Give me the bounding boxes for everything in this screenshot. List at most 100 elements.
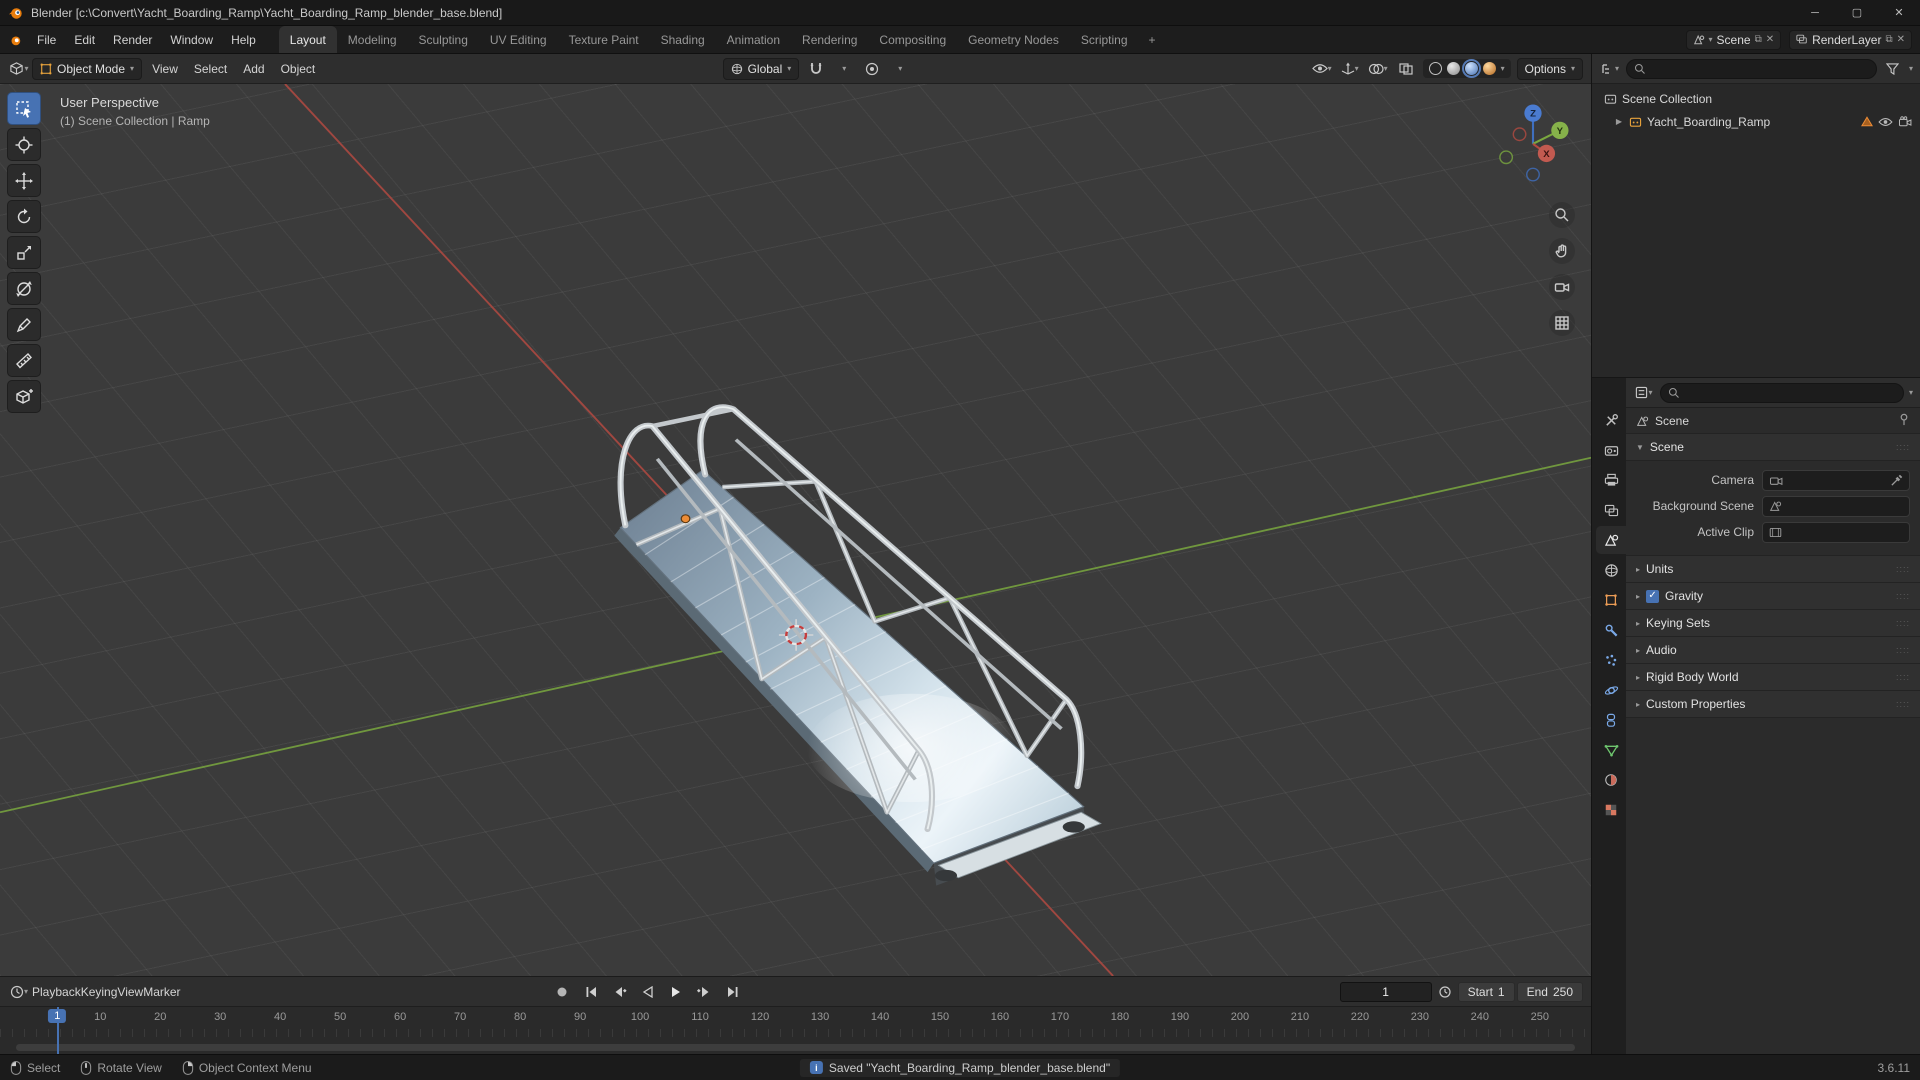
workspace-tab[interactable]: Geometry Nodes [957,26,1070,53]
use-preview-range-icon[interactable] [1434,981,1456,1003]
workspace-tab[interactable]: Sculpting [408,26,479,53]
panel-drag-handle[interactable]: :::: [1896,672,1910,682]
overlays-dropdown[interactable]: ▾ [1367,58,1389,80]
hide-eye-icon[interactable] [1878,117,1893,127]
eyedropper-icon[interactable] [1890,474,1903,487]
workspace-tab[interactable]: Rendering [791,26,868,53]
app-menu-item[interactable]: Window [161,26,222,53]
ortho-grid-icon[interactable] [1549,310,1575,336]
tab-material[interactable] [1596,766,1626,794]
editor-type-button[interactable]: ▾ [8,58,30,80]
auto-keying-record-button[interactable] [551,981,573,1003]
chevron-down-icon[interactable]: ▾ [1909,64,1913,73]
outliner-row-scene-collection[interactable]: Scene Collection [1592,87,1920,110]
maximize-button[interactable]: ▢ [1836,0,1878,25]
filter-icon[interactable] [1882,58,1904,80]
pin-icon[interactable] [1898,413,1910,429]
gravity-panel-header[interactable]: ▸ ✓ Gravity :::: [1626,583,1920,610]
tab-object-data[interactable] [1596,736,1626,764]
remove-view-layer-icon[interactable]: ✕ [1897,34,1905,45]
viewport-menu-item[interactable]: Object [273,58,324,80]
current-frame-field[interactable]: 1 [1339,981,1432,1002]
new-view-layer-icon[interactable]: ⧉ [1885,34,1892,45]
jump-to-start-button[interactable] [579,981,605,1003]
rigid-body-world-panel-header[interactable]: ▸ Rigid Body World :::: [1626,664,1920,691]
workspace-tab[interactable]: Texture Paint [558,26,650,53]
timeline-menu-item[interactable]: Marker [143,985,180,999]
shading-material-button[interactable] [1461,59,1481,78]
filter-dropdown-icon[interactable]: ▾ [1909,388,1913,397]
pan-hand-icon[interactable] [1549,238,1575,264]
xray-toggle[interactable] [1395,58,1417,80]
tool-box-select[interactable] [7,92,41,125]
outliner-search-input[interactable] [1626,58,1877,79]
snap-magnet-toggle[interactable] [805,58,827,80]
tab-particles[interactable] [1596,646,1626,674]
tab-view-layer[interactable] [1596,496,1626,524]
panel-drag-handle[interactable]: :::: [1896,591,1910,601]
workspace-tab[interactable]: UV Editing [479,26,558,53]
new-scene-icon[interactable]: ⧉ [1755,34,1762,45]
shading-dropdown-icon[interactable]: ▾ [1501,64,1505,73]
gizmo-neg-y[interactable] [1499,150,1514,165]
panel-drag-handle[interactable]: :::: [1896,442,1910,452]
options-dropdown[interactable]: Options ▾ [1516,57,1583,80]
view-layer-selector[interactable]: RenderLayer ⧉ ✕ [1789,29,1912,50]
workspace-tab[interactable]: Compositing [868,26,957,53]
playhead-frame-label[interactable]: 1 [48,1009,67,1023]
shading-solid-button[interactable] [1446,62,1460,75]
tab-tool[interactable] [1596,406,1626,434]
timeline-editor-type-button[interactable]: ▾ [8,981,30,1003]
snap-settings-dropdown[interactable]: ▾ [833,58,855,80]
close-button[interactable]: ✕ [1878,0,1920,25]
tab-output[interactable] [1596,466,1626,494]
tool-annotate[interactable] [7,308,41,341]
tab-physics[interactable] [1596,676,1626,704]
timeline-menu-item[interactable]: Playback [32,985,81,999]
shading-rendered-button[interactable] [1482,62,1496,75]
tab-modifiers[interactable] [1596,616,1626,644]
gizmo-neg-z[interactable] [1526,167,1540,182]
viewport-menu-item[interactable]: View [144,58,186,80]
jump-to-end-button[interactable] [719,981,745,1003]
add-workspace-button[interactable]: + [1139,26,1166,53]
tool-rotate[interactable] [7,200,41,233]
gravity-checkbox[interactable]: ✓ [1646,589,1660,603]
tool-move[interactable] [7,164,41,197]
minimize-button[interactable]: ─ [1794,0,1836,25]
viewport-3d[interactable]: User Perspective (1) Scene Collection | … [0,84,1591,976]
tab-render[interactable] [1596,436,1626,464]
properties-search-input[interactable] [1660,382,1904,403]
timeline-ruler[interactable]: 10 20 30 40 50 60 70 80 90 100 110 120 130 140 150 160 1… [0,1006,1591,1054]
workspace-tab[interactable]: Animation [716,26,791,53]
timeline-menu-item[interactable]: Keying [81,985,118,999]
shading-wireframe-button[interactable] [1428,62,1442,75]
start-frame-field[interactable]: Start 1 [1457,981,1515,1002]
tool-cursor[interactable] [7,128,41,161]
scene-panel-header[interactable]: ▼ Scene :::: [1626,434,1920,461]
panel-drag-handle[interactable]: :::: [1896,699,1910,709]
timeline-scrollbar[interactable] [15,1044,1576,1051]
mode-dropdown[interactable]: Object Mode ▾ [32,57,143,80]
tool-scale[interactable] [7,236,41,269]
panel-drag-handle[interactable]: :::: [1896,645,1910,655]
audio-panel-header[interactable]: ▸ Audio :::: [1626,637,1920,664]
keying-sets-panel-header[interactable]: ▸ Keying Sets :::: [1626,610,1920,637]
visibility-dropdown[interactable]: ▾ [1311,58,1333,80]
properties-editor-type-button[interactable]: ▾ [1633,382,1655,404]
workspace-tab[interactable]: Modeling [337,26,408,53]
unlink-scene-icon[interactable]: ✕ [1766,34,1774,45]
tool-add-cube[interactable] [7,380,41,413]
gizmo-neg-x[interactable] [1512,127,1527,142]
yacht-boarding-ramp-model[interactable] [614,404,1102,886]
app-menu-item[interactable]: Render [104,26,161,53]
timeline-menu-item[interactable]: View [117,985,143,999]
workspace-tab[interactable]: Shading [650,26,716,53]
viewport-menu-item[interactable]: Add [235,58,272,80]
gizmos-dropdown[interactable]: ▾ [1339,58,1361,80]
active-clip-field[interactable] [1762,521,1910,543]
play-reverse-button[interactable] [635,981,661,1003]
expand-arrow-icon[interactable]: ▶ [1614,117,1624,126]
tab-object[interactable] [1596,586,1626,614]
panel-drag-handle[interactable]: :::: [1896,564,1910,574]
